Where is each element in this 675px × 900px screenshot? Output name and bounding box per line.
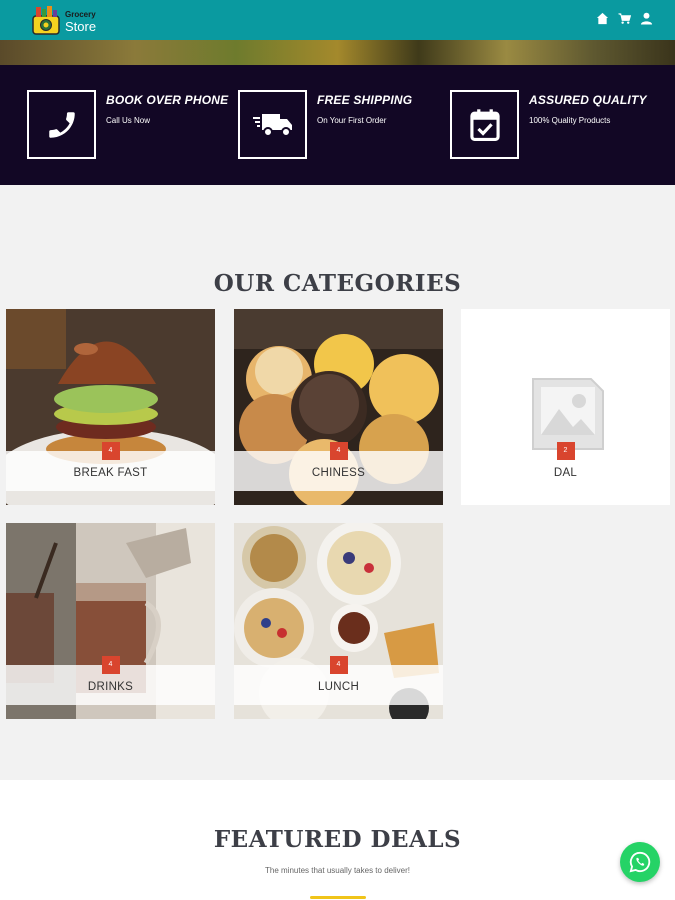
grocery-basket-icon (32, 6, 60, 35)
truck-icon (252, 113, 292, 137)
category-card-chiness[interactable]: CHINESS 4 (234, 309, 443, 505)
features-bar: BOOK OVER PHONE Call Us Now FREE SHIPPIN… (0, 65, 675, 185)
heading-underline (310, 896, 366, 899)
hero-banner-image (0, 40, 675, 65)
logo-text-bottom: Store (65, 18, 97, 34)
store-logo[interactable]: Grocery Store (30, 4, 96, 36)
category-card-dal[interactable]: DAL 2 (461, 309, 670, 505)
feature-subtitle: 100% Quality Products (529, 116, 611, 125)
category-name: DRINKS (87, 681, 134, 693)
logo-text-top: Grocery (65, 9, 96, 19)
category-name: DAL (553, 467, 578, 479)
whatsapp-icon (629, 851, 651, 873)
featured-deals-heading: FEATURED DEALS (213, 826, 462, 853)
category-name: BREAK FAST (73, 467, 148, 479)
category-card-lunch[interactable]: LUNCH 4 (234, 523, 443, 719)
feature-subtitle: On Your First Order (317, 116, 387, 125)
feature-title: FREE SHIPPING (317, 93, 413, 107)
feature-icon-box (238, 90, 307, 159)
user-icon[interactable] (640, 12, 653, 25)
whatsapp-chat-button[interactable] (620, 842, 660, 882)
feature-title: BOOK OVER PHONE (106, 93, 229, 107)
category-count-badge: 4 (101, 442, 120, 460)
featured-deals-subtitle: The minutes that usually takes to delive… (265, 866, 410, 875)
category-name: CHINESS (311, 467, 366, 479)
category-card-breakfast[interactable]: BREAK FAST 4 (6, 309, 215, 505)
category-count-badge: 4 (329, 442, 348, 460)
feature-icon-box (27, 90, 96, 159)
cart-icon[interactable] (618, 12, 632, 25)
category-count-badge: 4 (101, 656, 120, 674)
category-count-badge: 2 (556, 442, 575, 460)
calendar-check-icon (469, 108, 500, 141)
top-navbar: Grocery Store (0, 0, 675, 40)
category-card-drinks[interactable]: DRINKS 4 (6, 523, 215, 719)
feature-title: ASSURED QUALITY (529, 93, 647, 107)
category-count-badge: 4 (329, 656, 348, 674)
feature-free-shipping: FREE SHIPPING On Your First Order (238, 90, 412, 159)
categories-heading: OUR CATEGORIES (213, 270, 462, 297)
home-icon[interactable] (596, 12, 609, 25)
feature-assured-quality: ASSURED QUALITY 100% Quality Products (450, 90, 647, 159)
feature-subtitle: Call Us Now (106, 116, 151, 125)
phone-icon (48, 111, 75, 138)
category-name: LUNCH (317, 681, 360, 693)
feature-book-over-phone: BOOK OVER PHONE Call Us Now (27, 90, 228, 159)
feature-icon-box (450, 90, 519, 159)
